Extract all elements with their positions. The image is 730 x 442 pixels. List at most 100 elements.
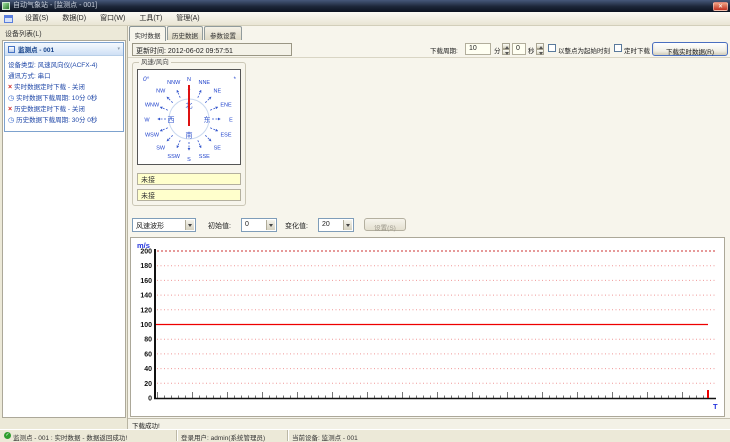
chevron-down-icon[interactable]	[266, 220, 275, 230]
tab-realtime-data[interactable]: 实时数据	[129, 26, 166, 41]
dir-e: E	[229, 118, 233, 124]
wind-groupbox-label: 风速/风向	[139, 59, 171, 67]
cardinal-east: 东	[204, 115, 211, 124]
align-hour-checkbox[interactable]	[548, 44, 556, 52]
seconds-stepper[interactable]	[536, 43, 544, 55]
disabled-icon: ×	[8, 106, 13, 113]
device-icon	[8, 45, 15, 53]
svg-text:160: 160	[140, 278, 152, 285]
wind-degree-readout: 0°	[143, 75, 150, 83]
device-panel-body: 设备类型: 风速风向仪(ACFX-4) 通讯方式: 串口 × 实时数据定时下载 …	[5, 56, 123, 131]
wind-compass: N NNE NE ENE E ESE SE SSE S SSW SW WSW W…	[137, 69, 241, 165]
svg-text:0: 0	[148, 396, 152, 403]
wind-speed-readout: 未接	[137, 173, 241, 185]
hist-timed-download-text: 历史数据定时下载 - 关闭	[14, 106, 85, 113]
period-label: 下载周期:	[430, 48, 458, 55]
success-icon: ✓	[4, 432, 11, 439]
dir-se: SE	[214, 145, 222, 151]
dir-wnw: WNW	[145, 102, 160, 108]
mdi-child-icon[interactable]	[4, 14, 13, 23]
toolbar: 更新时间: 2012-06-02 09:57:51 下载周期: 10 分 0 秒…	[128, 40, 730, 58]
close-button[interactable]: ✕	[713, 1, 728, 11]
change-value: 20	[322, 221, 330, 228]
minutes-stepper[interactable]	[502, 43, 510, 55]
status-device-cell: 当前设备: 监测点 - 001	[288, 430, 730, 442]
hist-period-line: ◷ 历史数据下载周期: 30分 0秒	[8, 115, 122, 126]
clock-icon: ◷	[8, 117, 15, 124]
menu-window[interactable]: 窗口(W)	[93, 12, 132, 25]
seconds-input[interactable]: 0	[512, 43, 526, 55]
seconds-unit: 秒	[528, 48, 535, 55]
change-value-select[interactable]: 20	[318, 218, 354, 232]
wind-groupbox: 风速/风向 N NNE NE ENE E ESE SE SSE S SSW SW…	[132, 59, 246, 206]
menu-admin[interactable]: 管理(A)	[169, 12, 206, 25]
svg-text:40: 40	[144, 366, 152, 373]
x-axis-label: T	[713, 402, 718, 411]
title-bar: 自动气象站 - [监测点 - 001] ✕	[0, 0, 730, 12]
rt-period-text: 实时数据下载周期: 10分 0秒	[16, 95, 98, 102]
svg-text:180: 180	[140, 263, 152, 270]
device-title: 监测点 - 001	[18, 47, 55, 54]
svg-text:100: 100	[140, 322, 152, 329]
initial-value-select[interactable]: 0	[241, 218, 277, 232]
comm-mode-text: 通讯方式: 串口	[8, 73, 51, 80]
device-list-header: 设备列表(L)	[5, 31, 42, 38]
menu-tools[interactable]: 工具(T)	[132, 12, 169, 25]
svg-text:20: 20	[144, 381, 152, 388]
dir-sse: SSE	[199, 154, 210, 160]
rt-period-line: ◷ 实时数据下载周期: 10分 0秒	[8, 93, 122, 104]
minutes-unit: 分	[494, 48, 501, 55]
dir-wsw: WSW	[145, 132, 160, 138]
download-realtime-button[interactable]: 下载实时数据(R)	[652, 42, 728, 56]
wind-speed-chart: m/s 200 180 160 140 120 100 80 60 40 20 …	[130, 237, 725, 417]
comm-mode-line: 通讯方式: 串口	[8, 71, 122, 82]
dir-ssw: SSW	[167, 154, 180, 160]
collapse-icon[interactable]: ▾	[117, 46, 120, 52]
initial-value: 0	[245, 221, 249, 228]
change-value-label: 变化值:	[285, 223, 308, 230]
download-status-row: 下载成功!	[128, 418, 730, 430]
update-time-label: 更新时间:	[136, 48, 166, 55]
window-title: 自动气象站 - [监测点 - 001]	[13, 2, 98, 9]
dir-w: W	[144, 118, 150, 124]
app-icon	[2, 2, 10, 10]
settings-button[interactable]: 设置(S)	[364, 218, 406, 232]
dir-nnw: NNW	[167, 80, 181, 86]
compass-rose: N NNE NE ENE E ESE SE SSE S SSW SW WSW W…	[143, 75, 237, 163]
main-panel: 实时数据 历史数据 参数设置 更新时间: 2012-06-02 09:57:51…	[128, 26, 730, 430]
svg-text:200: 200	[140, 249, 152, 256]
initial-value-label: 初始值:	[208, 223, 231, 230]
y-axis-tick-labels: 200 180 160 140 120 100 80 60 40 20 0	[140, 249, 152, 403]
device-panel[interactable]: 监测点 - 001 ▾ 设备类型: 风速风向仪(ACFX-4) 通讯方式: 串口…	[4, 42, 124, 132]
cardinal-south: 南	[186, 131, 193, 140]
dir-ne: NE	[213, 89, 221, 95]
chart-plot: m/s 200 180 160 140 120 100 80 60 40 20 …	[137, 241, 718, 411]
svg-text:80: 80	[144, 337, 152, 344]
disabled-icon: ×	[8, 84, 13, 91]
dir-nne: NNE	[198, 80, 210, 86]
dir-nw: NW	[156, 89, 166, 95]
tab-parameter-settings[interactable]: 参数设置	[204, 26, 242, 40]
waveform-select[interactable]: 风速波形	[132, 218, 196, 232]
compass-corner-mark: *	[234, 77, 237, 83]
minutes-input[interactable]: 10	[465, 43, 491, 55]
cardinal-west: 西	[168, 116, 175, 124]
menu-data[interactable]: 数据(D)	[55, 12, 93, 25]
timed-download-label: 定时下载	[624, 48, 650, 55]
menu-bar: 设置(S) 数据(D) 窗口(W) 工具(T) 管理(A)	[0, 12, 730, 26]
status-connection-cell: ✓ 监测点 - 001 : 实时数据 - 数据返回成功!	[0, 430, 177, 442]
menu-settings[interactable]: 设置(S)	[18, 12, 55, 25]
chevron-down-icon[interactable]	[185, 220, 194, 230]
status-user-cell: 登录用户: admin(系统管理员)	[177, 430, 288, 442]
wind-direction-readout: 未接	[137, 189, 241, 201]
status-bar: ✓ 监测点 - 001 : 实时数据 - 数据返回成功! 登录用户: admin…	[0, 429, 730, 442]
device-panel-header[interactable]: 监测点 - 001 ▾	[5, 43, 123, 56]
update-time-box: 更新时间: 2012-06-02 09:57:51	[132, 43, 292, 56]
rt-timed-download-text: 实时数据定时下载 - 关闭	[14, 84, 85, 91]
timed-download-checkbox[interactable]	[614, 44, 622, 52]
dir-ene: ENE	[220, 102, 232, 108]
align-hour-label: 以整点为起始时刻	[558, 48, 610, 55]
device-type-text: 设备类型: 风速风向仪(ACFX-4)	[8, 62, 98, 69]
chevron-down-icon[interactable]	[343, 220, 352, 230]
tab-history-data[interactable]: 历史数据	[167, 26, 203, 40]
